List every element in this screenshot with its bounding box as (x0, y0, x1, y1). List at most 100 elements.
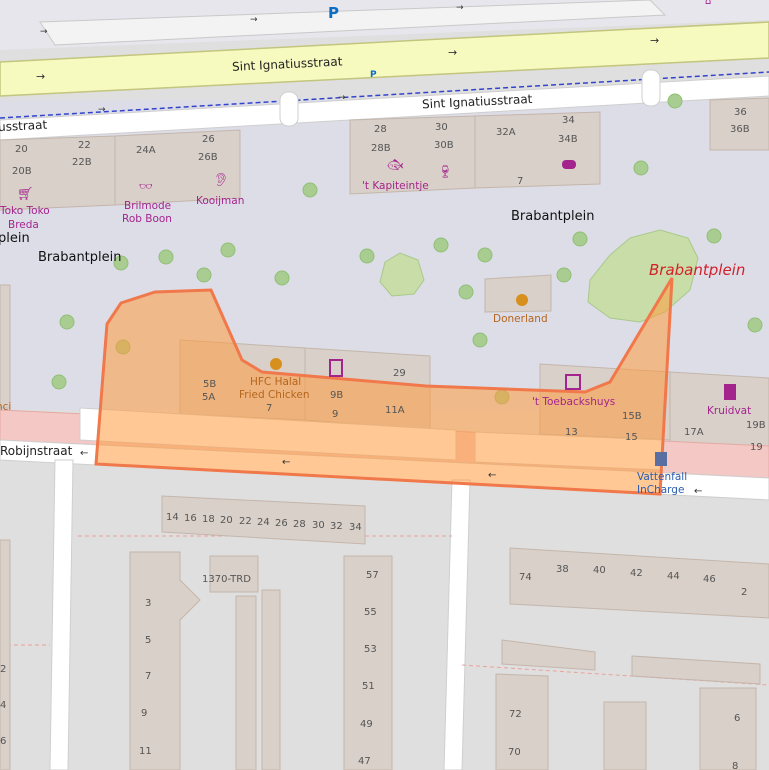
svg-text:5B: 5B (203, 379, 216, 390)
svg-text:←: ← (80, 448, 88, 459)
svg-text:53: 53 (364, 644, 377, 655)
poi-top-right-icon[interactable]: ⌂ (705, 0, 711, 7)
place-label-brabantplein-park: Brabantplein (649, 261, 745, 279)
svg-text:55: 55 (364, 607, 377, 618)
building-small-row-2 (631, 655, 761, 685)
svg-text:→: → (98, 105, 106, 115)
building-6 (699, 687, 757, 770)
vertical-road-center[interactable] (443, 479, 471, 770)
svg-text:15: 15 (625, 432, 638, 443)
building-32a (474, 111, 601, 189)
shopping-cart-icon[interactable]: 🛒︎ (17, 186, 34, 202)
burger-icon-hfc[interactable] (270, 358, 282, 370)
svg-text:20: 20 (220, 515, 233, 526)
road-connector-right (641, 69, 661, 107)
svg-text:7: 7 (517, 176, 523, 187)
charging-station-icon[interactable] (655, 452, 667, 466)
svg-text:28: 28 (374, 124, 387, 135)
svg-text:36B: 36B (730, 124, 750, 135)
svg-text:34B: 34B (558, 134, 578, 145)
svg-text:34: 34 (349, 522, 362, 533)
svg-text:57: 57 (366, 570, 379, 581)
poi-label-toko-2: Breda (8, 219, 39, 231)
svg-text:→: → (448, 46, 457, 59)
building-thin-2 (261, 589, 281, 770)
svg-text:22: 22 (239, 516, 252, 527)
svg-text:22: 22 (78, 140, 91, 151)
svg-text:5A: 5A (202, 392, 215, 403)
parking-icon[interactable]: P (328, 4, 339, 22)
poi-label-vattenfall-2: InCharge (637, 484, 684, 496)
poi-label-brilmode-1: Brilmode (124, 200, 171, 212)
building-24a (114, 129, 241, 206)
svg-text:36: 36 (734, 107, 747, 118)
svg-text:47: 47 (358, 756, 371, 767)
svg-text:17A: 17A (684, 427, 704, 438)
poi-label-kooijman: Kooijman (196, 195, 244, 207)
svg-text:←: ← (282, 457, 290, 468)
svg-text:→: → (40, 27, 48, 37)
svg-text:9B: 9B (330, 390, 343, 401)
bakery-icon[interactable] (562, 160, 576, 169)
svg-text:72: 72 (509, 709, 522, 720)
svg-text:24A: 24A (136, 145, 156, 156)
parking-icon-small[interactable]: P (370, 70, 377, 80)
svg-text:5: 5 (145, 635, 151, 646)
svg-text:7: 7 (266, 403, 272, 414)
building-left-edge (0, 284, 11, 409)
svg-text:46: 46 (703, 574, 716, 585)
svg-text:19B: 19B (746, 420, 766, 431)
glasses-icon[interactable]: 👓︎ (139, 180, 153, 193)
burger-icon[interactable] (516, 294, 528, 306)
svg-text:7: 7 (145, 671, 151, 682)
vertical-road-left[interactable] (49, 459, 74, 770)
svg-text:→: → (338, 93, 346, 103)
building-center-column (343, 555, 393, 770)
svg-text:44: 44 (667, 571, 680, 582)
house-number-1370: 1370-TRD (202, 574, 251, 585)
poi-label-donerland: Donerland (493, 313, 548, 325)
building-donerland (484, 274, 552, 313)
svg-text:74: 74 (519, 572, 532, 583)
street-label-robijnstraat: Robijnstraat (0, 444, 73, 458)
svg-text:8: 8 (732, 761, 738, 770)
svg-text:42: 42 (630, 568, 643, 579)
svg-text:30: 30 (435, 122, 448, 133)
svg-text:51: 51 (362, 681, 375, 692)
svg-text:32A: 32A (496, 127, 516, 138)
poi-label-left-cut: nci (0, 401, 11, 413)
svg-text:29: 29 (393, 368, 406, 379)
svg-text:9: 9 (141, 708, 147, 719)
svg-text:26: 26 (275, 518, 288, 529)
svg-text:6: 6 (0, 736, 6, 747)
building-thin-3 (603, 701, 647, 770)
svg-text:6: 6 (734, 713, 740, 724)
poi-label-brilmode-2: Rob Boon (122, 213, 172, 225)
map-canvas[interactable]: → → → → → → → → ← ← ← ← P P Sint Ignatiu… (0, 0, 769, 770)
svg-text:2: 2 (0, 664, 6, 675)
svg-text:26B: 26B (198, 152, 218, 163)
poi-label-hfc-2: Fried Chicken (239, 389, 309, 401)
fish-icon[interactable]: 🐟︎ (387, 158, 404, 173)
svg-text:15B: 15B (622, 411, 642, 422)
svg-text:34: 34 (562, 115, 575, 126)
svg-text:11A: 11A (385, 405, 405, 416)
svg-text:2: 2 (741, 587, 747, 598)
poi-label-hfc-1: HFC Halal (250, 376, 301, 388)
svg-text:30: 30 (312, 520, 325, 531)
svg-text:9: 9 (332, 409, 338, 420)
building-small-row (501, 639, 596, 671)
place-label-brabantplein-left: Brabantplein (38, 250, 122, 265)
svg-text:20B: 20B (12, 166, 32, 177)
street-label-sint-ignatiusstraat-left: usstraat (0, 118, 48, 134)
svg-text:3: 3 (145, 598, 151, 609)
wine-icon[interactable]: 🍷︎ (437, 164, 454, 180)
chemist-icon[interactable] (724, 384, 736, 400)
svg-text:→: → (456, 3, 464, 13)
poi-label-kapiteintje: 't Kapiteintje (362, 180, 429, 192)
svg-text:20: 20 (15, 144, 28, 155)
road-connector (279, 91, 299, 127)
svg-text:←: ← (488, 470, 496, 481)
hearing-icon[interactable]: 👂︎ (213, 172, 230, 188)
building-left-column (129, 551, 201, 770)
